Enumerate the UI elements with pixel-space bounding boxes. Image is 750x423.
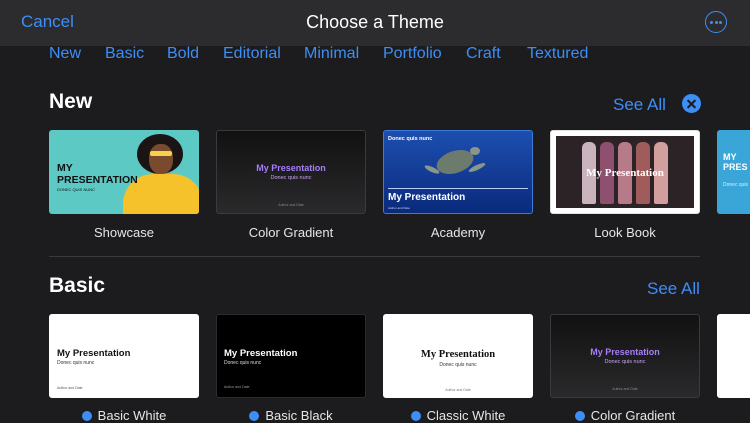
navigation-bar: Cancel Choose a Theme: [0, 0, 750, 46]
thumbnail-title: My Presentation: [256, 163, 326, 173]
theme-label-color-gradient-basic: Color Gradient: [550, 408, 700, 423]
category-basic[interactable]: Basic: [105, 45, 144, 63]
new-indicator-icon: [81, 411, 92, 421]
new-indicator-icon: [249, 411, 260, 421]
thumbnail-caption: Donec quis nunc: [388, 136, 433, 142]
category-editorial[interactable]: Editorial: [223, 45, 281, 63]
theme-thumbnail-classic-white[interactable]: My Presentation Donec quis nunc Author a…: [383, 314, 533, 398]
thumbnail-subtitle: Donec quis nunc: [439, 362, 477, 368]
section-title-basic: Basic: [49, 274, 106, 297]
theme-thumbnail-showcase[interactable]: MY PRESENTATION DONEC QUIS NUNC: [49, 130, 199, 214]
category-minimal[interactable]: Minimal: [304, 45, 359, 63]
theme-label-classic-white: Classic White: [383, 408, 533, 423]
section-divider: [49, 256, 700, 257]
thumbnail-subtitle: DONEC QUIS NUNC: [57, 187, 96, 192]
theme-thumbnail-look-book[interactable]: My Presentation: [550, 130, 700, 214]
thumbnail-subtitle: Donec quis nunc: [57, 360, 95, 366]
thumbnail-footer: Author and Date: [278, 203, 304, 207]
thumbnail-subtitle: Donec quis: [723, 182, 749, 188]
cancel-button[interactable]: Cancel: [21, 12, 74, 32]
see-all-basic-button[interactable]: See All: [647, 279, 700, 299]
thumbnail-title: My Presentation: [420, 349, 496, 360]
theme-label-basic-white: Basic White: [49, 408, 199, 423]
thumbnail-footer: Author and Date: [57, 386, 83, 390]
theme-label-basic-black: Basic Black: [216, 408, 366, 423]
theme-label-color-gradient: Color Gradient: [248, 225, 334, 240]
more-options-icon[interactable]: [705, 11, 727, 33]
theme-thumbnail-color-gradient[interactable]: My Presentation Donec quis nunc Author a…: [216, 130, 366, 214]
theme-thumbnail-color-gradient-basic[interactable]: My Presentation Donec quis nunc Author a…: [550, 314, 700, 398]
lipstick-illustration: My Presentation: [556, 136, 694, 208]
thumbnail-subtitle: Donec quis nunc: [270, 175, 312, 181]
thumbnail-footer: Author and Date: [224, 385, 250, 389]
section-title-new: New: [49, 90, 93, 113]
see-all-new-button[interactable]: See All: [613, 95, 666, 115]
thumbnail-footer: Author and Date: [388, 206, 410, 210]
category-portfolio[interactable]: Portfolio: [383, 45, 442, 63]
category-new[interactable]: New: [49, 45, 81, 63]
thumbnail-footer: Author and Date: [612, 387, 638, 391]
thumbnail-title: My Presentation: [224, 348, 298, 359]
thumbnail-title: My Presentation: [586, 167, 664, 179]
thumbnail-title: My Presentation: [388, 192, 466, 203]
thumbnail-subtitle: Donec quis nunc: [604, 359, 646, 365]
new-indicator-icon: [574, 411, 585, 421]
theme-label-showcase: Showcase: [94, 225, 154, 240]
category-craft[interactable]: Craft: [466, 45, 501, 63]
category-textured[interactable]: Textured: [527, 45, 588, 63]
theme-thumbnail-partial[interactable]: MY PRES Donec quis: [717, 130, 750, 214]
new-indicator-icon: [410, 411, 421, 421]
theme-thumbnail-partial-basic[interactable]: [717, 314, 750, 398]
theme-thumbnail-basic-black[interactable]: My Presentation Donec quis nunc Author a…: [216, 314, 366, 398]
thumbnail-subtitle: Donec quis nunc: [224, 360, 262, 366]
close-icon[interactable]: [682, 94, 701, 113]
theme-label-look-book: Look Book: [594, 225, 656, 240]
thumbnail-footer: Author and Date: [445, 388, 471, 392]
theme-label-academy: Academy: [430, 225, 486, 240]
category-bold[interactable]: Bold: [167, 45, 199, 63]
thumbnail-title: MY PRESENTATION: [57, 162, 138, 186]
thumbnail-title: My Presentation: [590, 347, 660, 357]
category-bar: New Basic Bold Editorial Minimal Portfol…: [0, 45, 750, 64]
thumbnail-title: MY PRES: [723, 152, 748, 172]
page-title: Choose a Theme: [306, 12, 444, 32]
theme-thumbnail-academy[interactable]: Donec quis nunc My Presentation Author a…: [383, 130, 533, 214]
thumbnail-title: My Presentation: [57, 348, 131, 359]
theme-thumbnail-basic-white[interactable]: My Presentation Donec quis nunc Author a…: [49, 314, 199, 398]
